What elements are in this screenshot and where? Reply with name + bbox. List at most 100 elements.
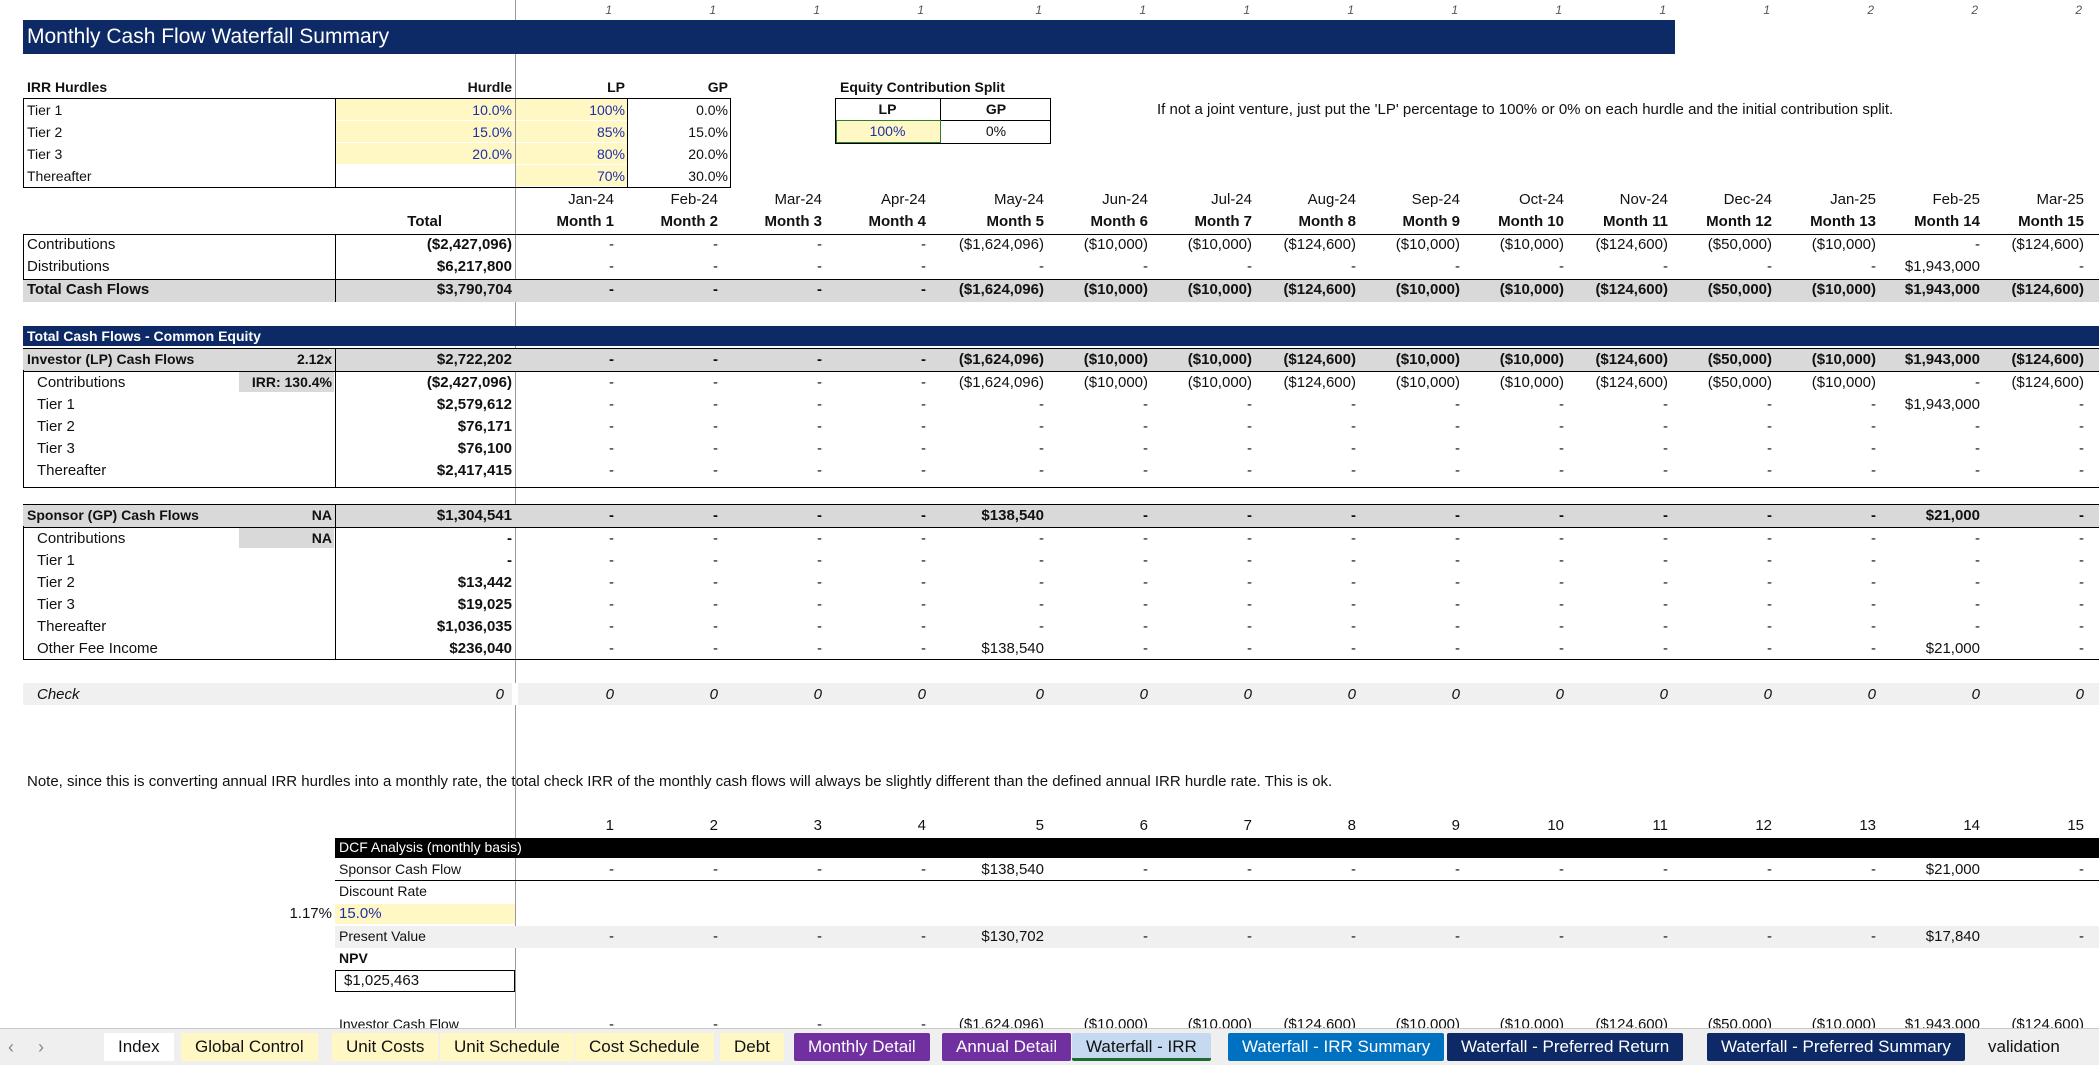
sponsor-row-month-15[interactable]: - [1934, 618, 2084, 635]
sponsor-row-label: Contributions [37, 530, 126, 547]
hurdle-lp-split[interactable]: 70% [525, 168, 625, 184]
date-header: Oct-24 [1518, 191, 1564, 208]
summary-distributions-month-15[interactable]: - [1934, 258, 2084, 275]
equity-split-title: Equity Contribution Split [840, 79, 1005, 95]
column-flag: 1 [1555, 3, 1562, 17]
column-flag: 1 [1243, 3, 1250, 17]
hurdle-gp-split: 20.0% [688, 146, 728, 162]
column-flag: 2 [1867, 3, 1874, 17]
column-flag: 1 [917, 3, 924, 17]
date-header: Dec-24 [1723, 191, 1772, 208]
hurdle-rate[interactable]: 20.0% [412, 146, 512, 162]
column-flag: 1 [1347, 3, 1354, 17]
check-label: Check [37, 686, 80, 703]
sheet-tab-debt[interactable]: Debt [720, 1033, 784, 1061]
dcf-period: 5 [1035, 817, 1044, 834]
equity-lp-label: LP [878, 101, 897, 117]
check-month-15[interactable]: 0 [1934, 686, 2084, 703]
dcf-period: 15 [2067, 817, 2084, 834]
sheet-tab-waterfall-irr[interactable]: Waterfall - IRR [1072, 1033, 1211, 1061]
month-header: Month 1 [556, 213, 615, 230]
dcf-period: 11 [1652, 817, 1668, 834]
date-header: Aug-24 [1307, 191, 1356, 208]
discount-rate-input[interactable]: 15.0% [339, 905, 382, 922]
prev-sheet-icon[interactable]: ‹ [8, 1033, 14, 1061]
dcf-period: 6 [1139, 817, 1148, 834]
sheet-tab-monthly-detail[interactable]: Monthly Detail [794, 1033, 930, 1061]
hurdles-header-lp: LP [607, 79, 625, 95]
dcf-title: DCF Analysis (monthly basis) [339, 839, 522, 855]
date-header: Jan-24 [568, 191, 614, 208]
investor-row-month-15[interactable]: - [1934, 462, 2084, 479]
equity-lp-value[interactable]: 100% [835, 123, 940, 139]
hurdles-header-gp: GP [707, 79, 728, 95]
investor-row-month-15[interactable]: ($124,600) [1934, 374, 2084, 391]
date-header: Feb-24 [670, 191, 718, 208]
column-flag: 1 [813, 3, 820, 17]
sheet-tab-index[interactable]: Index [104, 1033, 174, 1061]
summary-total-label: Total Cash Flows [27, 281, 150, 298]
hurdle-rate[interactable]: 10.0% [412, 102, 512, 118]
sponsor-row-month-15[interactable]: - [1934, 552, 2084, 569]
column-flag: 1 [1139, 3, 1146, 17]
investor-row-month-15[interactable]: - [1934, 418, 2084, 435]
date-header: Sep-24 [1411, 191, 1460, 208]
sheet-tab-global-control[interactable]: Global Control [181, 1033, 318, 1061]
hurdle-lp-split[interactable]: 100% [525, 102, 625, 118]
month-header: Month 15 [2018, 213, 2084, 230]
next-sheet-icon[interactable]: › [38, 1033, 44, 1061]
investor-month-15[interactable]: ($124,600) [1934, 351, 2084, 368]
dcf-period: 1 [605, 817, 614, 834]
hurdle-lp-split[interactable]: 80% [525, 146, 625, 162]
dcf-period: 9 [1451, 817, 1460, 834]
investor-row-label: Tier 3 [37, 440, 75, 457]
date-header: Nov-24 [1619, 191, 1668, 208]
column-flag: 1 [709, 3, 716, 17]
investor-row-month-15[interactable]: - [1934, 396, 2084, 413]
month-header: Month 13 [1810, 213, 1876, 230]
sponsor-row-month-15[interactable]: - [1934, 530, 2084, 547]
dcf-sponsor-month-15[interactable]: - [1934, 861, 2084, 878]
dcf-period: 3 [813, 817, 822, 834]
month-header: Month 3 [764, 213, 823, 230]
sheet-tab-unit-costs[interactable]: Unit Costs [332, 1033, 439, 1061]
sheet-tab-validation[interactable]: validation [1974, 1033, 2074, 1061]
hurdles-header-label: IRR Hurdles [27, 79, 108, 95]
hurdle-lp-split[interactable]: 85% [525, 124, 625, 140]
common-equity-header: Total Cash Flows - Common Equity [23, 326, 2099, 346]
dcf-pv-month-15[interactable]: - [1934, 928, 2084, 945]
sheet-tab-unit-schedule[interactable]: Unit Schedule [440, 1033, 574, 1061]
hurdle-rate[interactable]: 15.0% [412, 124, 512, 140]
dcf-npv-value: $1,025,463 [344, 972, 420, 989]
sponsor-multiple: NA [311, 507, 332, 523]
sponsor-irr: NA [311, 530, 332, 546]
sponsor-row-label: Tier 3 [37, 596, 75, 613]
sheet-tab-waterfall-irr-summary[interactable]: Waterfall - IRR Summary [1228, 1033, 1445, 1061]
sponsor-row-month-15[interactable]: - [1934, 574, 2084, 591]
sponsor-row-label: Tier 2 [37, 574, 75, 591]
sheet-tab-waterfall-preferred-return[interactable]: Waterfall - Preferred Return [1447, 1033, 1684, 1061]
column-flag: 1 [1659, 3, 1666, 17]
sheet-tab-cost-schedule[interactable]: Cost Schedule [575, 1033, 714, 1061]
dcf-period: 13 [1859, 817, 1876, 834]
sponsor-row-month-15[interactable]: - [1934, 640, 2084, 657]
sponsor-month-15[interactable]: - [1934, 507, 2084, 524]
monthly-rate: 1.17% [289, 905, 332, 922]
dcf-npv-label: NPV [339, 950, 368, 966]
summary-total-month-15[interactable]: ($124,600) [1934, 281, 2084, 298]
investor-row-label: Tier 2 [37, 418, 75, 435]
jv-note: If not a joint venture, just put the 'LP… [1157, 101, 1894, 118]
date-header: Jan-25 [1830, 191, 1876, 208]
month-header: Month 7 [1194, 213, 1253, 230]
equity-gp-value[interactable]: 0% [941, 123, 1051, 139]
investor-row-month-15[interactable]: - [1934, 440, 2084, 457]
sponsor-row-month-15[interactable]: - [1934, 596, 2084, 613]
month-header: Month 11 [1602, 213, 1668, 230]
hurdle-gp-split: 30.0% [688, 168, 728, 184]
month-header: Month 5 [986, 213, 1045, 230]
month-header: Month 2 [660, 213, 719, 230]
summary-contributions-month-15[interactable]: ($124,600) [1934, 236, 2084, 253]
sheet-tab-waterfall-preferred-summary[interactable]: Waterfall - Preferred Summary [1707, 1033, 1965, 1061]
hurdle-gp-split: 15.0% [688, 124, 728, 140]
sheet-tab-annual-detail[interactable]: Annual Detail [942, 1033, 1072, 1061]
